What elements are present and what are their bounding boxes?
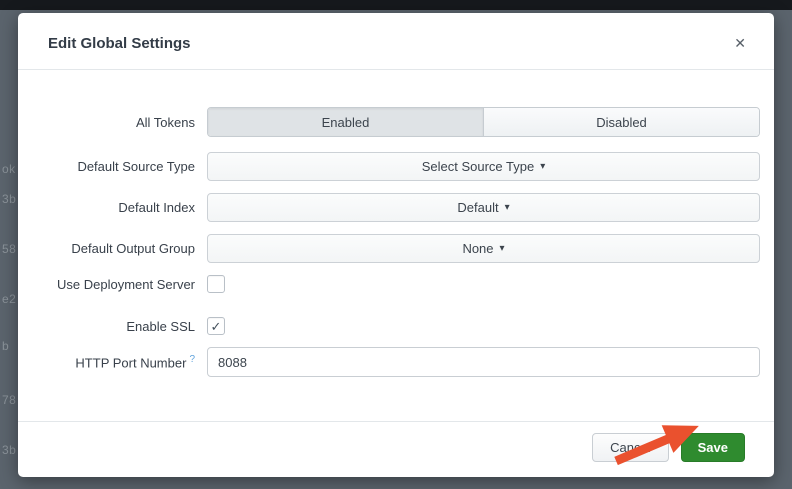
http-port-label: HTTP Port Number? xyxy=(45,354,195,370)
form-row-use-deployment-server: Use Deployment Server xyxy=(45,271,760,297)
form-row-default-index: Default Index Default ▾ xyxy=(45,193,760,222)
default-index-label: Default Index xyxy=(45,200,195,215)
form-row-http-port: HTTP Port Number? xyxy=(45,347,760,377)
caret-down-icon: ▾ xyxy=(505,202,510,213)
edit-global-settings-dialog: Edit Global Settings ✕ All Tokens Enable… xyxy=(18,13,774,477)
background-text-fragment: e2 xyxy=(2,292,16,306)
dialog-title: Edit Global Settings xyxy=(48,35,191,52)
form-row-default-output-group: Default Output Group None ▾ xyxy=(45,234,760,263)
dialog-footer: Cancel Save xyxy=(18,421,774,477)
default-source-type-label: Default Source Type xyxy=(45,159,195,174)
all-tokens-disabled-button[interactable]: Disabled xyxy=(483,108,759,136)
default-output-group-dropdown[interactable]: None ▾ xyxy=(207,234,760,263)
use-deployment-server-label: Use Deployment Server xyxy=(45,277,195,292)
background-text-fragment: 3b xyxy=(2,443,16,457)
use-deployment-server-checkbox[interactable] xyxy=(207,275,225,293)
background-text-fragment: ok xyxy=(2,162,16,176)
save-button[interactable]: Save xyxy=(681,433,745,462)
form-row-enable-ssl: Enable SSL ✓ xyxy=(45,313,760,339)
all-tokens-label: All Tokens xyxy=(45,115,195,130)
caret-down-icon: ▾ xyxy=(500,243,505,254)
dialog-header: Edit Global Settings ✕ xyxy=(18,13,774,70)
default-source-type-dropdown[interactable]: Select Source Type ▾ xyxy=(207,152,760,181)
default-index-dropdown[interactable]: Default ▾ xyxy=(207,193,760,222)
caret-down-icon: ▾ xyxy=(540,161,545,172)
enable-ssl-checkbox[interactable]: ✓ xyxy=(207,317,225,335)
background-text-fragment: 58 xyxy=(2,242,16,256)
form-row-all-tokens: All Tokens Enabled Disabled xyxy=(45,107,760,137)
default-index-value: Default xyxy=(457,200,498,215)
top-app-bar xyxy=(0,0,792,10)
default-output-group-value: None xyxy=(462,241,493,256)
default-output-group-label: Default Output Group xyxy=(45,241,195,256)
all-tokens-toggle: Enabled Disabled xyxy=(207,107,760,137)
enable-ssl-label: Enable SSL xyxy=(45,319,195,334)
background-text-fragment: b xyxy=(2,339,9,353)
default-source-type-value: Select Source Type xyxy=(422,159,535,174)
background-text-fragment: 78 xyxy=(2,393,16,407)
form-row-default-source-type: Default Source Type Select Source Type ▾ xyxy=(45,152,760,181)
http-port-input[interactable] xyxy=(207,347,760,377)
help-icon[interactable]: ? xyxy=(189,354,195,365)
all-tokens-enabled-button[interactable]: Enabled xyxy=(208,108,483,136)
background-text-fragment: 3b xyxy=(2,192,16,206)
cancel-button[interactable]: Cancel xyxy=(592,433,668,462)
close-icon[interactable]: ✕ xyxy=(732,34,748,52)
checkmark-icon: ✓ xyxy=(211,320,222,333)
